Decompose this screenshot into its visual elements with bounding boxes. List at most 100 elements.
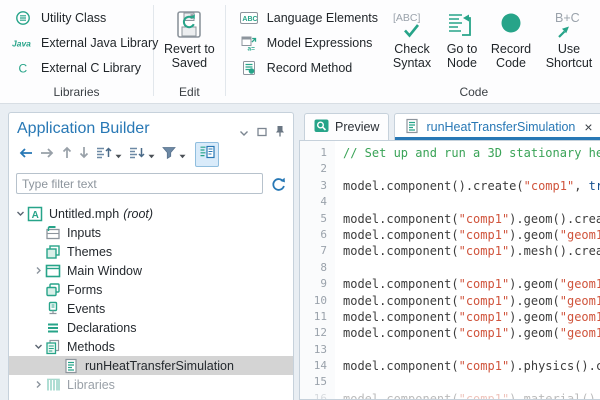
declarations-icon [45,320,62,336]
line-number: 2 [300,161,327,177]
float-window-icon[interactable] [257,124,267,142]
chevron-collapsed-icon[interactable] [31,266,45,275]
code-line [343,374,600,390]
themes-icon [45,244,62,260]
chevron-expanded-icon[interactable] [31,342,45,351]
ribbon-group-label: Edit [154,85,225,99]
code-line: model.component("comp1").physics().c [343,358,600,374]
line-number: 10 [300,293,327,309]
tab-label: Preview [335,120,379,134]
ribbon-button-record-method[interactable]: Record Method [234,56,382,79]
ribbon-group-label: Code [424,85,524,99]
code-line: model.component().create("comp1", tr [343,178,600,194]
svg-text:B+C: B+C [555,11,580,25]
toolbar-model-tree-text[interactable] [195,142,219,167]
toolbar-collapse-up-list[interactable] [94,144,124,166]
code-line: model.component("comp1").geom().crea [343,211,600,227]
line-number: 7 [300,243,327,259]
tree-item-label: Themes [67,245,112,259]
ribbon-button-label: External Java Library [41,36,158,50]
ribbon-button-record-code[interactable]: Record Code [486,5,536,70]
svg-text:ABC: ABC [242,15,257,22]
ribbon-button-utility-class[interactable]: Utility Class [8,6,153,29]
tree-item-label: Main Window [67,264,142,278]
toolbar-filter-funnel[interactable] [160,144,188,166]
ribbon-button-label: External C Library [41,61,141,75]
tree-item-label: runHeatTransferSimulation [85,359,234,373]
ribbon-button-model-expressions[interactable]: a= Model Expressions [234,31,382,54]
tree-item-untitled-mph[interactable]: AUntitled.mph(root) [9,204,293,223]
tree-item-main-window[interactable]: Main Window [9,261,293,280]
ribbon-group-code: ABC Language Elements a= Model Expressions R… [226,0,600,103]
tab-runheattransfersimulation[interactable]: runHeatTransferSimulation× [394,113,600,140]
code-line: model.component("comp1").geom("geom1 [343,309,600,325]
main-window-icon [45,263,62,279]
method-icon [63,358,80,374]
svg-text:[ABC]: [ABC] [393,12,421,24]
ribbon-button-label: Check Syntax [386,42,438,70]
application-builder-panel: Application Builder AUntitled.mph(root)I… [8,112,294,400]
ribbon-button-label: Language Elements [267,11,378,25]
chevron-down-icon[interactable] [239,124,249,142]
ribbon-button-label: Record Code [486,42,536,70]
language-elements-icon: ABC [238,10,260,26]
ribbon-button-check-syntax[interactable]: [ABC] Check Syntax [386,5,438,70]
toolbar-forward-arrow[interactable] [38,144,57,166]
ribbon-button-external-java-library[interactable]: JavaExternal Java Library [8,31,153,54]
refresh-icon[interactable] [270,176,286,192]
line-number: 13 [300,342,327,358]
code-line: model.component("comp1").geom("geom1 [343,293,600,309]
caret-down-icon [148,146,155,164]
collapse-down-list-icon [129,146,145,164]
ribbon-button-go-to-node[interactable]: Go to Node [440,5,484,70]
events-icon [45,301,62,317]
close-icon[interactable]: × [584,120,592,134]
use-shortcut-icon: B+C [550,8,588,42]
tree-item-themes[interactable]: Themes [9,242,293,261]
tree-item-libraries[interactable]: Libraries [9,375,293,394]
chevron-expanded-icon[interactable] [13,209,27,218]
toolbar-collapse-down-list[interactable] [127,144,157,166]
tree-item-runheattransfersimulation[interactable]: runHeatTransferSimulation [9,356,293,375]
ribbon-button-language-elements[interactable]: ABC Language Elements [234,6,382,29]
tree-item-label: Methods [67,340,115,354]
code-line [343,161,600,177]
tree-item-label: Libraries [67,378,115,392]
back-arrow-icon [18,146,33,164]
ribbon-button-use-shortcut[interactable]: B+CUse Shortcut [538,5,600,70]
toolbar-move-down-arrow[interactable] [77,144,91,166]
pin-icon[interactable] [275,124,285,142]
toolbar-move-up-arrow[interactable] [60,144,74,166]
code-line: model.component("comp1").geom("geom1 [343,227,600,243]
tree-item-methods[interactable]: Methods [9,337,293,356]
code-editor[interactable]: // Set up and run a 3D stationary he mod… [335,141,600,399]
code-line: model.component("comp1").mesh().crea [343,243,600,259]
tree-item-inputs[interactable]: Inputs [9,223,293,242]
model-tree-text-icon [199,145,215,164]
go-to-node-icon [447,8,477,42]
toolbar-back-arrow[interactable] [16,144,35,166]
move-up-arrow-icon [62,146,72,164]
forms-icon [45,282,62,298]
ribbon-button-label: Model Expressions [267,36,373,50]
tree-item-declarations[interactable]: Declarations [9,318,293,337]
tree-item-suffix: (root) [123,207,153,221]
ribbon-button-revert-to-saved[interactable]: Revert to Saved [159,5,219,70]
code-line [343,260,600,276]
preview-icon [314,118,329,136]
code-line [343,342,600,358]
tab-preview[interactable]: Preview [304,113,389,140]
line-number: 6 [300,227,327,243]
c-library-icon: C [12,60,34,76]
chevron-collapsed-icon[interactable] [31,380,45,389]
forward-arrow-icon [40,146,55,164]
move-down-arrow-icon [79,146,89,164]
filter-input[interactable] [16,173,263,194]
code-line: model.component("comp1").geom("geom1 [343,276,600,292]
ribbon-button-external-c-library[interactable]: C External C Library [8,56,153,79]
model-expressions-icon: a= [238,35,260,51]
filter-funnel-icon [162,146,176,164]
tree-item-forms[interactable]: Forms [9,280,293,299]
tree-item-events[interactable]: Events [9,299,293,318]
ribbon-button-label: Revert to Saved [159,42,219,70]
